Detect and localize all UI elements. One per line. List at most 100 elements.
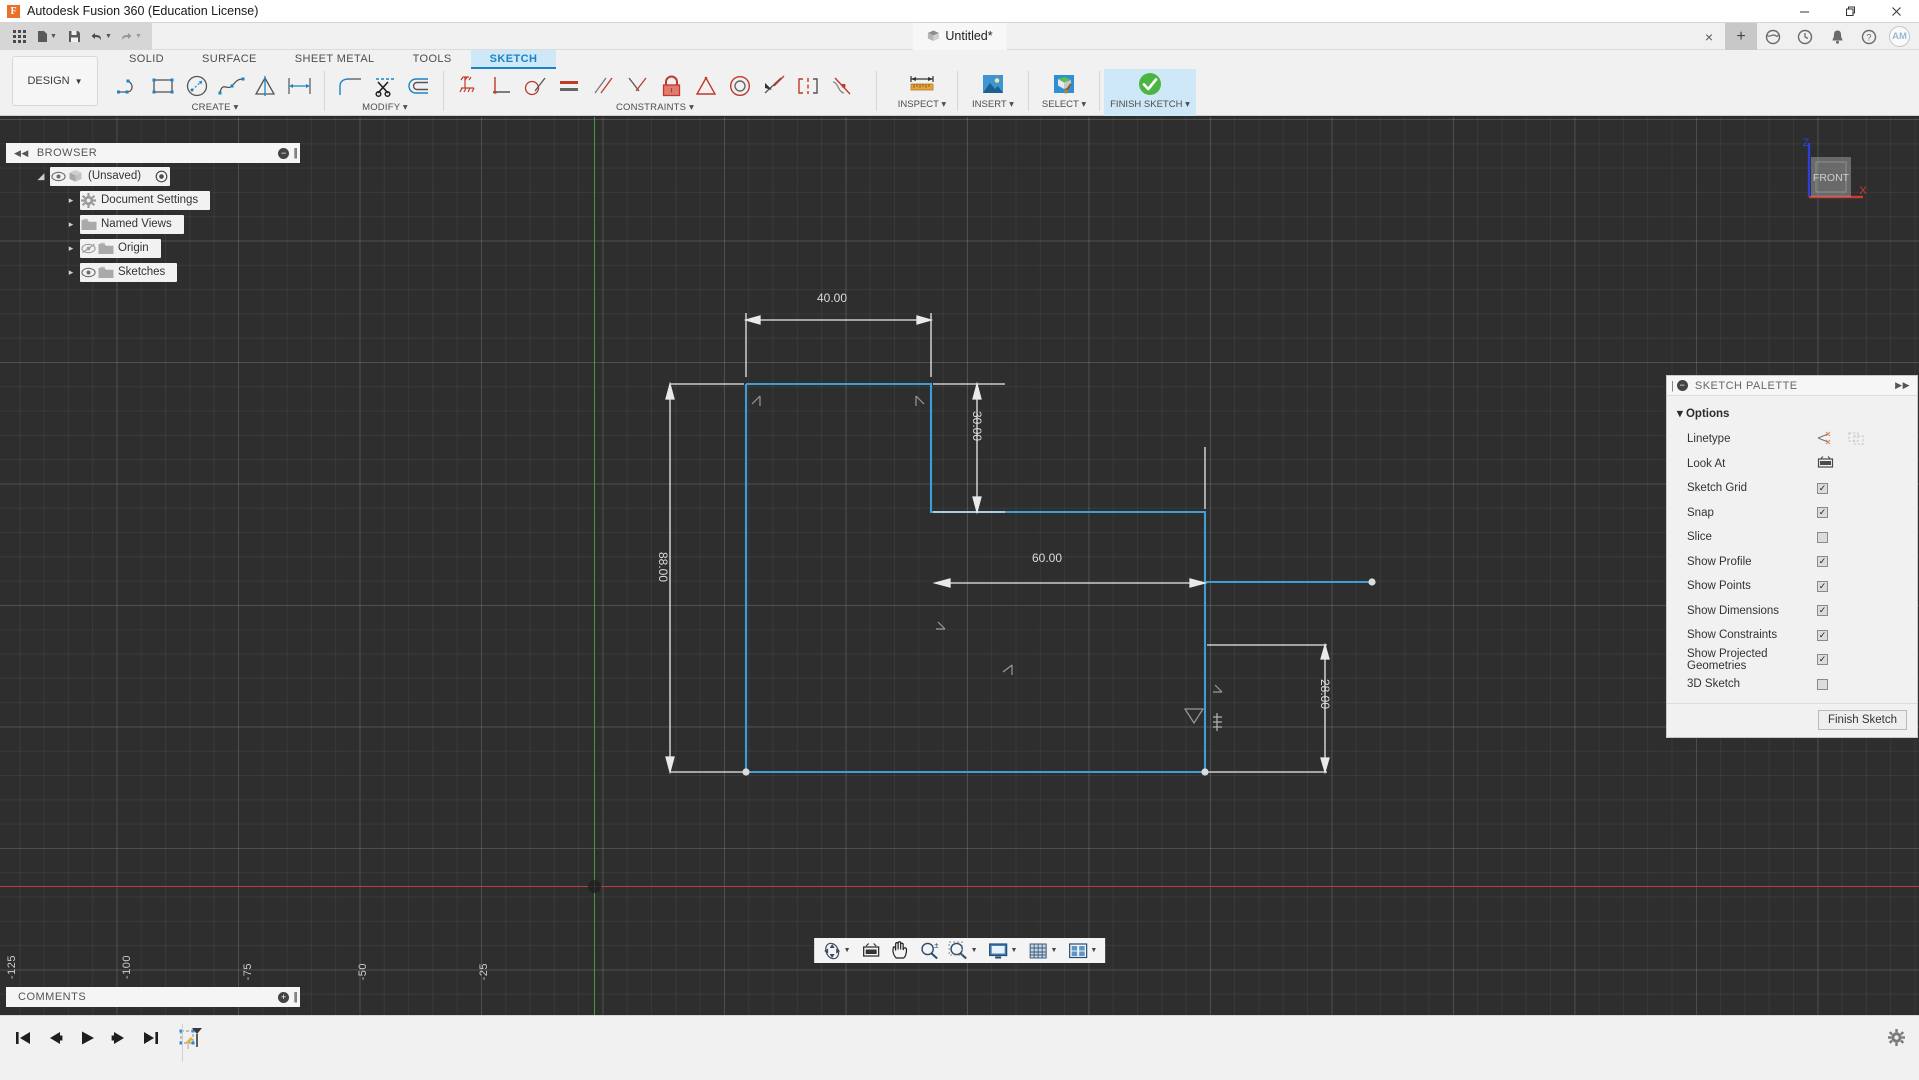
avatar[interactable]: AM xyxy=(1889,26,1910,47)
close-tab-icon[interactable]: × xyxy=(1693,23,1725,50)
collapse-browser-icon[interactable]: ◀◀ xyxy=(14,148,29,159)
snap-checkbox[interactable]: ✓ xyxy=(1817,507,1828,518)
expand-triangle-icon[interactable]: ▸ xyxy=(62,267,80,278)
new-document-button[interactable]: ▼ xyxy=(32,30,62,43)
construction-line-icon[interactable] xyxy=(1817,431,1834,448)
display-settings-icon[interactable]: ▼ xyxy=(981,938,1021,963)
grid-snaps-icon[interactable]: ▼ xyxy=(1020,938,1060,963)
palette-grip-icon[interactable]: | xyxy=(1671,380,1672,392)
palette-minimize-icon[interactable]: − xyxy=(1677,380,1688,391)
chevron-down-icon[interactable]: ▼ xyxy=(1050,947,1057,954)
view-cube[interactable]: FRONT Z X xyxy=(1787,135,1867,215)
undo-button[interactable]: ▼ xyxy=(86,31,116,42)
browser-row-sketches[interactable]: ▸ Sketches xyxy=(6,261,300,283)
midpoint-icon[interactable] xyxy=(621,70,655,102)
options-section-title[interactable]: ▾ Options xyxy=(1667,404,1917,427)
app-grid-icon[interactable] xyxy=(6,30,32,43)
globe-icon[interactable] xyxy=(1757,23,1789,50)
collinear-icon[interactable] xyxy=(757,70,791,102)
viewports-icon[interactable]: ▼ xyxy=(1060,938,1100,963)
panel-modify-label[interactable]: MODIFY ▾ xyxy=(362,102,408,113)
palette-finish-sketch-button[interactable]: Finish Sketch xyxy=(1818,710,1907,730)
inspect-button[interactable]: INSPECT ▾ xyxy=(891,69,953,116)
chevron-down-icon[interactable]: ▼ xyxy=(971,947,978,954)
parallel-icon[interactable] xyxy=(587,70,621,102)
expand-triangle-icon[interactable]: ▸ xyxy=(62,243,80,254)
new-tab-icon[interactable]: + xyxy=(1725,23,1757,50)
eye-icon[interactable] xyxy=(80,264,97,281)
browser-row-document-settings[interactable]: ▸ Document Settings xyxy=(6,189,300,211)
notifications-bell-icon[interactable] xyxy=(1821,23,1853,50)
tab-sheet-metal[interactable]: SHEET METAL xyxy=(276,50,394,69)
go-to-end-icon[interactable] xyxy=(142,1029,160,1047)
comments-grip-icon[interactable]: ||| xyxy=(293,991,296,1003)
go-to-beginning-icon[interactable] xyxy=(14,1029,32,1047)
vertical-horizontal-icon[interactable] xyxy=(791,70,825,102)
browser-row-origin[interactable]: ▸ Origin xyxy=(6,237,300,259)
play-icon[interactable] xyxy=(78,1029,96,1047)
gear-icon[interactable] xyxy=(1888,1029,1905,1051)
save-button[interactable] xyxy=(62,30,86,43)
tab-solid[interactable]: SOLID xyxy=(110,50,183,69)
sketch-grid-checkbox[interactable]: ✓ xyxy=(1817,483,1828,494)
panel-create-label[interactable]: CREATE ▾ xyxy=(192,102,239,113)
dimension-88[interactable]: 88.00 xyxy=(656,552,670,582)
centerline-icon[interactable] xyxy=(1848,431,1865,448)
insert-button[interactable]: INSERT ▾ xyxy=(962,69,1024,116)
lock-fix-icon[interactable] xyxy=(655,70,689,102)
show-points-checkbox[interactable]: ✓ xyxy=(1817,581,1828,592)
show-profile-checkbox[interactable]: ✓ xyxy=(1817,556,1828,567)
zoom-window-icon[interactable]: ▼ xyxy=(943,938,981,963)
design-workspace-button[interactable]: DESIGN ▼ xyxy=(12,56,98,106)
eye-off-icon[interactable] xyxy=(80,240,97,257)
slice-checkbox[interactable] xyxy=(1817,532,1828,543)
document-tab[interactable]: Untitled* xyxy=(912,23,1006,50)
sketch-palette-header[interactable]: | − SKETCH PALETTE ▶▶ xyxy=(1667,376,1917,396)
step-back-icon[interactable] xyxy=(46,1029,64,1047)
look-at-camera-icon[interactable] xyxy=(1817,455,1834,472)
show-constraints-checkbox[interactable]: ✓ xyxy=(1817,630,1828,641)
eye-icon[interactable] xyxy=(50,168,67,185)
trim-scissors-icon[interactable] xyxy=(368,70,402,102)
comments-panel[interactable]: COMMENTS + ||| xyxy=(6,987,300,1007)
chevron-down-icon[interactable]: ▼ xyxy=(1011,947,1018,954)
add-comment-icon[interactable]: + xyxy=(278,992,289,1003)
show-projected-geometries-checkbox[interactable]: ✓ xyxy=(1817,654,1828,665)
expand-palette-icon[interactable]: ▶▶ xyxy=(1895,380,1910,391)
expand-triangle-icon[interactable]: ◢ xyxy=(32,171,50,182)
mirror-icon[interactable] xyxy=(249,70,283,102)
equal-icon[interactable] xyxy=(553,70,587,102)
dimension-40[interactable]: 40.00 xyxy=(817,291,847,305)
expand-triangle-icon[interactable]: ▸ xyxy=(62,219,80,230)
close-button[interactable] xyxy=(1873,0,1919,23)
dimension-30[interactable]: 30.00 xyxy=(970,411,984,441)
rectangle-icon[interactable] xyxy=(147,70,181,102)
activate-component-icon[interactable] xyxy=(153,168,170,185)
redo-button[interactable]: ▼ xyxy=(116,31,146,42)
panel-constraints-label[interactable]: CONSTRAINTS ▾ xyxy=(616,102,694,113)
tab-surface[interactable]: SURFACE xyxy=(183,50,276,69)
tab-tools[interactable]: TOOLS xyxy=(394,50,471,69)
symmetry-icon[interactable] xyxy=(689,70,723,102)
dimension-60[interactable]: 60.00 xyxy=(1032,551,1062,565)
step-forward-icon[interactable] xyxy=(110,1029,128,1047)
look-at-icon[interactable] xyxy=(854,938,885,963)
browser-row-named-views[interactable]: ▸ Named Views xyxy=(6,213,300,235)
orbit-icon[interactable]: ▼ xyxy=(819,938,854,963)
expand-triangle-icon[interactable]: ▸ xyxy=(62,195,80,206)
dimension-28[interactable]: 28.00 xyxy=(1318,679,1332,709)
3d-sketch-checkbox[interactable] xyxy=(1817,679,1828,690)
perpendicular-icon[interactable] xyxy=(485,70,519,102)
dimension-icon[interactable] xyxy=(283,70,317,102)
job-status-clock-icon[interactable] xyxy=(1789,23,1821,50)
show-dimensions-checkbox[interactable]: ✓ xyxy=(1817,605,1828,616)
sketch-canvas[interactable]: -125 -100 -75 -50 -25 25 xyxy=(0,117,1919,1015)
zoom-icon[interactable]: ± xyxy=(914,938,943,963)
help-icon[interactable]: ? xyxy=(1853,23,1885,50)
offset-icon[interactable] xyxy=(402,70,436,102)
tangent-icon[interactable] xyxy=(519,70,553,102)
browser-row-unsaved[interactable]: ◢ (Unsaved) xyxy=(6,165,300,187)
browser-header[interactable]: ◀◀ BROWSER − ||| xyxy=(6,143,300,163)
fillet-icon[interactable] xyxy=(334,70,368,102)
pan-icon[interactable] xyxy=(885,938,914,963)
